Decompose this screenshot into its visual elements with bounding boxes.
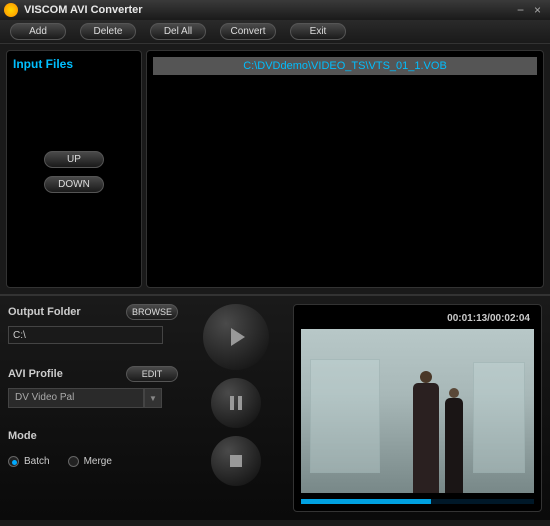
- pause-icon: [230, 396, 242, 410]
- delall-button[interactable]: Del All: [150, 23, 206, 40]
- minimize-button[interactable]: −: [512, 3, 529, 17]
- app-title: VISCOM AVI Converter: [24, 4, 512, 16]
- scene-element: [473, 362, 524, 474]
- settings-panel: Output Folder BROWSE AVI Profile EDIT DV…: [8, 304, 178, 512]
- upper-panel: Input Files UP DOWN C:\DVDdemo\VIDEO_TS\…: [0, 44, 550, 294]
- batch-radio[interactable]: Batch: [8, 456, 50, 467]
- progress-bar[interactable]: [301, 499, 534, 504]
- time-display: 00:01:13/00:02:04: [299, 310, 536, 327]
- merge-radio[interactable]: Merge: [68, 456, 112, 467]
- pause-button[interactable]: [211, 378, 261, 428]
- batch-label: Batch: [24, 456, 50, 467]
- exit-button[interactable]: Exit: [290, 23, 346, 40]
- video-preview[interactable]: [301, 329, 534, 493]
- stop-button[interactable]: [211, 436, 261, 486]
- convert-button[interactable]: Convert: [220, 23, 276, 40]
- progress-fill: [301, 499, 431, 504]
- radio-dot-icon: [68, 456, 79, 467]
- output-folder-label: Output Folder: [8, 306, 81, 318]
- play-button[interactable]: [203, 304, 269, 370]
- titlebar: VISCOM AVI Converter − ×: [0, 0, 550, 20]
- left-panel: Input Files UP DOWN: [6, 50, 142, 288]
- browse-button[interactable]: BROWSE: [126, 304, 178, 320]
- merge-label: Merge: [84, 456, 112, 467]
- add-button[interactable]: Add: [10, 23, 66, 40]
- avi-profile-label: AVI Profile: [8, 368, 63, 380]
- app-icon: [4, 3, 18, 17]
- radio-dot-icon: [8, 456, 19, 467]
- file-row[interactable]: C:\DVDdemo\VIDEO_TS\VTS_01_1.VOB: [153, 57, 537, 75]
- chevron-down-icon[interactable]: ▼: [144, 388, 162, 408]
- edit-button[interactable]: EDIT: [126, 366, 178, 382]
- file-path: C:\DVDdemo\VIDEO_TS\VTS_01_1.VOB: [243, 60, 447, 72]
- scene-element: [445, 398, 463, 493]
- profile-value: DV Video Pal: [8, 388, 144, 408]
- lower-panel: Output Folder BROWSE AVI Profile EDIT DV…: [0, 294, 550, 520]
- profile-dropdown[interactable]: DV Video Pal ▼: [8, 388, 178, 408]
- preview-panel: 00:01:13/00:02:04: [293, 304, 542, 512]
- delete-button[interactable]: Delete: [80, 23, 136, 40]
- file-list[interactable]: C:\DVDdemo\VIDEO_TS\VTS_01_1.VOB: [146, 50, 544, 288]
- play-icon: [231, 328, 245, 346]
- down-button[interactable]: DOWN: [44, 176, 104, 193]
- input-files-label: Input Files: [13, 57, 135, 71]
- mode-label: Mode: [8, 430, 178, 442]
- close-button[interactable]: ×: [529, 3, 546, 17]
- stop-icon: [230, 455, 242, 467]
- output-folder-input[interactable]: [8, 326, 163, 344]
- playback-controls: [188, 304, 283, 512]
- scene-element: [413, 383, 439, 493]
- toolbar: Add Delete Del All Convert Exit: [0, 20, 550, 44]
- up-button[interactable]: UP: [44, 151, 104, 168]
- scene-element: [310, 359, 380, 474]
